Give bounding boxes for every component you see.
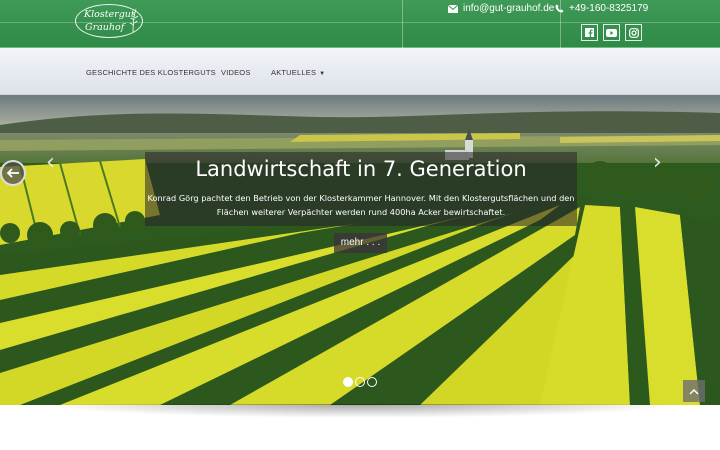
phone-text: +49-160-8325179: [569, 3, 649, 14]
email-text: info@gut-grauhof.de: [463, 3, 555, 14]
instagram-icon: [628, 27, 639, 38]
slide-text-line-1: Konrad Görg pachtet den Betrieb von der …: [147, 193, 575, 203]
sprig-icon: [129, 8, 139, 33]
contact-phone[interactable]: +49-160-8325179: [555, 3, 648, 14]
nav-item-videos[interactable]: VIDEOS: [221, 68, 251, 77]
slide-text: Konrad Görg pachtet den Betrieb von der …: [145, 186, 577, 226]
carousel-next-icon[interactable]: ›: [653, 150, 662, 175]
envelope-icon: [448, 4, 458, 13]
prev-slide-button[interactable]: [0, 160, 26, 186]
main-nav: GESCHICHTE DES KLOSTERGUTS VIDEOS AKTUEL…: [0, 48, 720, 95]
facebook-link[interactable]: [581, 24, 598, 41]
youtube-icon: [606, 28, 617, 37]
youtube-link[interactable]: [603, 24, 620, 41]
facebook-icon: [585, 28, 594, 37]
top-bar: Klostergut Grauhof info@gut-grauhof.de +…: [0, 0, 720, 48]
chevron-up-icon: [689, 388, 699, 395]
slide-text-line-2: Flächen weiterer Verpächter werden rund …: [216, 207, 506, 217]
nav-item-news[interactable]: AKTUELLES ▼: [271, 68, 325, 77]
carousel-dot[interactable]: [343, 377, 353, 387]
carousel-dot[interactable]: [355, 377, 365, 387]
chevron-down-icon: ▼: [319, 71, 326, 77]
logo-line-2: Grauhof: [85, 22, 125, 33]
carousel-indicators: [343, 377, 377, 387]
more-button[interactable]: mehr . . .: [334, 233, 387, 253]
divider: [402, 0, 403, 48]
nav-item-history[interactable]: GESCHICHTE DES KLOSTERGUTS: [86, 68, 216, 77]
scroll-top-button[interactable]: [683, 380, 705, 402]
slider-shadow: [40, 404, 680, 418]
carousel-prev-icon[interactable]: ‹: [46, 150, 55, 175]
carousel-dot[interactable]: [367, 377, 377, 387]
slide-title: Landwirtschaft in 7. Generation: [145, 152, 577, 186]
site-logo[interactable]: Klostergut Grauhof: [75, 4, 143, 38]
phone-icon: [555, 4, 564, 13]
nav-item-news-label: AKTUELLES: [271, 68, 317, 77]
instagram-link[interactable]: [625, 24, 642, 41]
contact-email[interactable]: info@gut-grauhof.de: [448, 3, 554, 14]
arrow-left-icon: [6, 168, 19, 178]
